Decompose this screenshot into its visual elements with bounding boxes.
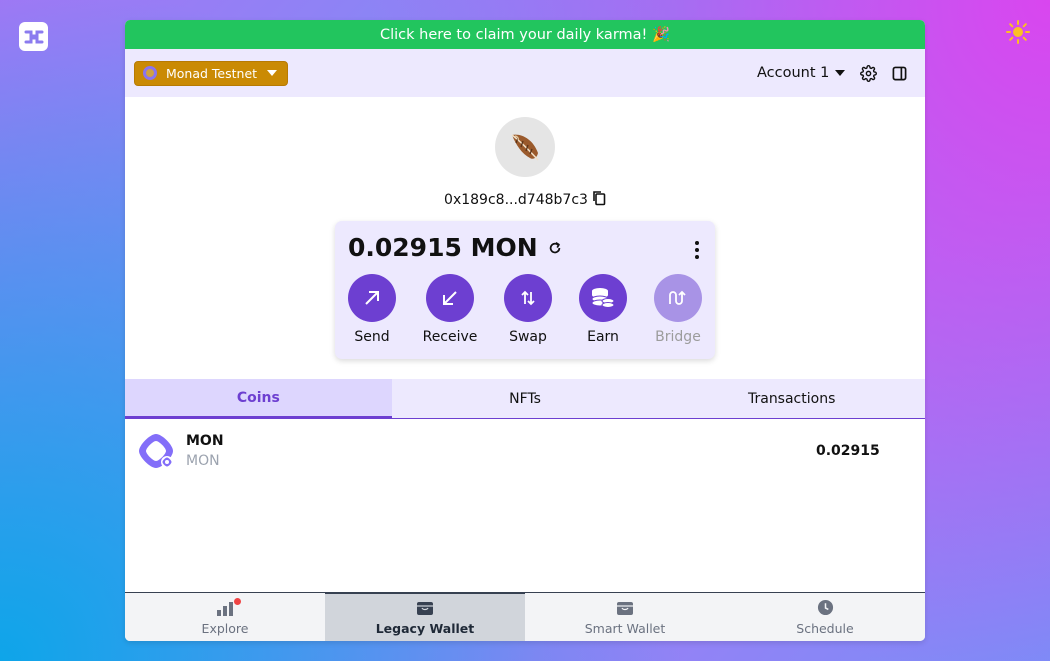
coin-symbol: MON [186,453,220,469]
tab-coins[interactable]: Coins [125,379,392,418]
wallet-icon [416,599,434,617]
coin-amount: 0.02915 [816,443,880,459]
wallet-address: 0x189c8...d748b7c3 [125,190,925,210]
refresh-icon[interactable] [548,241,562,255]
monad-token-icon [137,432,175,470]
wallet-panel: Click here to claim your daily karma! 🎉 … [125,20,925,641]
arrow-down-left-icon [426,274,474,322]
account-label: Account 1 [757,65,830,81]
swap-button[interactable]: Swap [493,274,563,345]
coins-stack-icon [579,274,627,322]
tab-transactions[interactable]: Transactions [658,379,925,418]
copy-icon[interactable] [592,190,606,210]
bridge-button[interactable]: Bridge [643,274,713,345]
asset-tabs: Coins NFTs Transactions [125,379,925,419]
app-logo-icon[interactable] [19,22,48,51]
balance-card: 0.02915 MON Send Receive Swap Earn Bridg… [335,221,715,359]
smart-wallet-icon [616,599,634,617]
gear-icon[interactable] [859,64,877,82]
notification-badge [234,598,241,605]
clock-icon [817,599,834,617]
earn-button[interactable]: Earn [568,274,638,345]
sidebar-panel-icon[interactable] [890,64,908,82]
address-text: 0x189c8...d748b7c3 [444,192,588,208]
wallet-header: Monad Testnet Account 1 [125,49,925,97]
bottom-nav: Explore Legacy Wallet Smart Wallet Sched… [125,592,925,641]
network-label: Monad Testnet [166,65,258,81]
nav-explore[interactable]: Explore [125,593,325,641]
nav-legacy-wallet-label: Legacy Wallet [375,621,475,636]
send-label: Send [354,329,390,345]
nav-explore-label: Explore [201,620,249,636]
sun-icon[interactable] [1006,20,1030,44]
earn-label: Earn [587,329,619,345]
network-selector[interactable]: Monad Testnet [134,60,289,86]
receive-button[interactable]: Receive [415,274,485,345]
nav-smart-wallet-label: Smart Wallet [584,620,666,636]
karma-banner[interactable]: Click here to claim your daily karma! 🎉 [125,20,925,49]
chevron-down-icon [835,70,846,76]
send-button[interactable]: Send [337,274,407,345]
balance-value: 0.02915 MON [348,233,538,262]
coin-list-item[interactable]: MON MON 0.02915 [125,420,925,484]
account-selector[interactable]: Account 1 [757,49,846,97]
network-icon [143,66,157,80]
bridge-icon [654,274,702,322]
bar-chart-icon [216,599,234,617]
nav-legacy-wallet[interactable]: Legacy Wallet [325,592,525,641]
tab-nfts[interactable]: NFTs [392,379,659,418]
swap-label: Swap [509,329,547,345]
bridge-label: Bridge [655,329,701,345]
balance-display: 0.02915 MON [348,233,562,262]
nav-schedule[interactable]: Schedule [725,593,925,641]
swap-arrows-icon [504,274,552,322]
arrow-up-right-icon [348,274,396,322]
receive-label: Receive [422,329,478,345]
coin-name: MON [186,433,224,449]
feather-icon [495,117,555,177]
nav-schedule-label: Schedule [796,620,854,636]
more-options-icon[interactable] [695,241,699,259]
nav-smart-wallet[interactable]: Smart Wallet [525,593,725,641]
chevron-down-icon [267,70,278,76]
